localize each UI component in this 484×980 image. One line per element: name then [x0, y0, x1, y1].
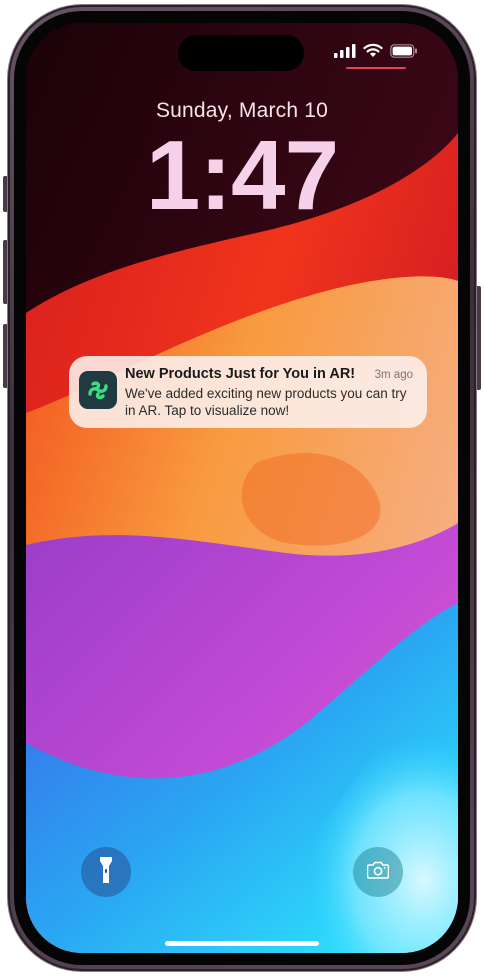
notification-body: We've added exciting new products you ca…: [125, 386, 407, 418]
app-logo-icon: [79, 371, 117, 409]
wifi-icon: [363, 43, 383, 63]
status-bar: [334, 43, 418, 63]
camera-icon: [366, 861, 390, 884]
notification-title: New Products Just for You in AR!: [125, 366, 356, 382]
flashlight-icon: [99, 856, 113, 889]
cellular-signal-icon: [334, 43, 356, 63]
phone-mockup: Sunday, March 10 1:47 New Products Just …: [0, 0, 484, 980]
battery-icon: [390, 43, 418, 63]
lock-screen: Sunday, March 10 1:47 New Products Just …: [26, 23, 458, 953]
flashlight-button[interactable]: [81, 847, 131, 897]
notification-card[interactable]: New Products Just for You in AR! 3m ago …: [69, 356, 427, 428]
dynamic-island: [178, 35, 304, 71]
power-button: [476, 286, 481, 390]
lockscreen-clock: 1:47: [145, 120, 339, 230]
camera-button[interactable]: [353, 847, 403, 897]
home-indicator[interactable]: [165, 941, 319, 946]
status-bar-indicator: [346, 67, 406, 69]
notification-timestamp: 3m ago: [374, 369, 413, 381]
